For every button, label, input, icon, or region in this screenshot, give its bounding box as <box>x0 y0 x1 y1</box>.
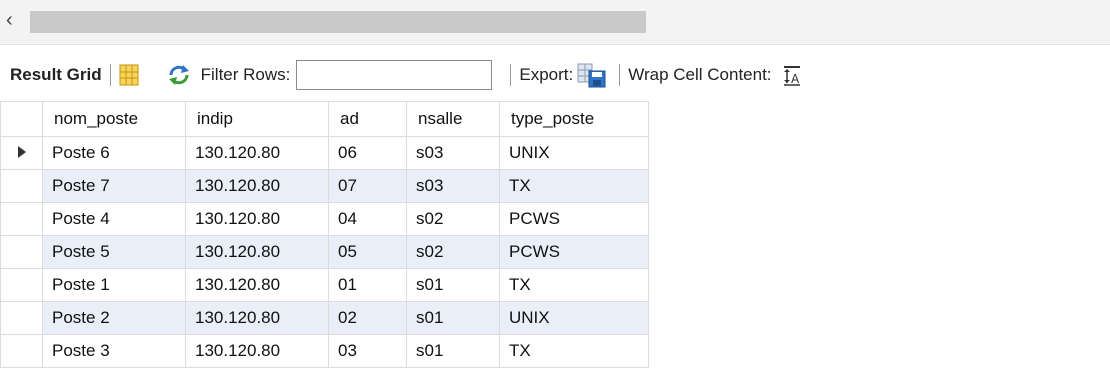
table-row[interactable]: Poste 6 130.120.80 06 s03 UNIX <box>0 136 649 170</box>
cell-indip[interactable]: 130.120.80 <box>185 268 329 302</box>
cell-nom-poste[interactable]: Poste 6 <box>42 136 186 170</box>
cell-nom-poste[interactable]: Poste 4 <box>42 202 186 236</box>
current-row-pointer-icon <box>17 146 26 158</box>
row-selector[interactable] <box>0 301 43 335</box>
table-row[interactable]: Poste 5 130.120.80 05 s02 PCWS <box>0 235 649 269</box>
refresh-icon[interactable] <box>167 64 191 86</box>
cell-nom-poste[interactable]: Poste 2 <box>42 301 186 335</box>
cell-nsalle[interactable]: s02 <box>406 202 500 236</box>
cell-type-poste[interactable]: UNIX <box>499 136 649 170</box>
cell-indip[interactable]: 130.120.80 <box>185 202 329 236</box>
column-header-nom-poste[interactable]: nom_poste <box>42 101 186 137</box>
cell-type-poste[interactable]: TX <box>499 169 649 203</box>
toolbar-divider <box>510 64 512 86</box>
table-row[interactable]: Poste 2 130.120.80 02 s01 UNIX <box>0 301 649 335</box>
export-icon[interactable] <box>577 62 607 88</box>
svg-text:A: A <box>791 72 800 86</box>
column-header-indip[interactable]: indip <box>185 101 329 137</box>
cell-indip[interactable]: 130.120.80 <box>185 136 329 170</box>
cell-ad[interactable]: 04 <box>328 202 407 236</box>
cell-ad[interactable]: 03 <box>328 334 407 368</box>
row-selector[interactable] <box>0 136 43 170</box>
cell-nsalle[interactable]: s03 <box>406 169 500 203</box>
cell-type-poste[interactable]: UNIX <box>499 301 649 335</box>
cell-ad[interactable]: 06 <box>328 136 407 170</box>
column-header-type-poste[interactable]: type_poste <box>499 101 649 137</box>
cell-nom-poste[interactable]: Poste 5 <box>42 235 186 269</box>
cell-ad[interactable]: 02 <box>328 301 407 335</box>
cell-nom-poste[interactable]: Poste 1 <box>42 268 186 302</box>
cell-nom-poste[interactable]: Poste 3 <box>42 334 186 368</box>
horizontal-scrollbar[interactable]: ‹ <box>0 0 1110 45</box>
cell-type-poste[interactable]: PCWS <box>499 235 649 269</box>
filter-rows-label: Filter Rows: <box>200 65 291 84</box>
cell-nsalle[interactable]: s01 <box>406 268 500 302</box>
row-selector[interactable] <box>0 202 43 236</box>
cell-nsalle[interactable]: s01 <box>406 334 500 368</box>
cell-ad[interactable]: 07 <box>328 169 407 203</box>
wrap-cell-content-label: Wrap Cell Content: <box>628 65 772 84</box>
table-row[interactable]: Poste 1 130.120.80 01 s01 TX <box>0 268 649 302</box>
cell-type-poste[interactable]: TX <box>499 334 649 368</box>
result-grid-label: Result Grid <box>10 65 102 84</box>
scrollbar-thumb[interactable] <box>30 11 646 33</box>
result-toolbar: Result Grid Filter Rows: Export: Wrap Ce… <box>0 58 1110 92</box>
cell-nsalle[interactable]: s03 <box>406 136 500 170</box>
row-selector[interactable] <box>0 268 43 302</box>
column-header-ad[interactable]: ad <box>328 101 407 137</box>
row-header-corner <box>0 101 43 137</box>
row-selector[interactable] <box>0 334 43 368</box>
cell-indip[interactable]: 130.120.80 <box>185 169 329 203</box>
cell-nom-poste[interactable]: Poste 7 <box>42 169 186 203</box>
column-header-nsalle[interactable]: nsalle <box>406 101 500 137</box>
filter-rows-input[interactable] <box>296 60 493 90</box>
cell-nsalle[interactable]: s01 <box>406 301 500 335</box>
toolbar-divider <box>619 64 621 86</box>
cell-ad[interactable]: 01 <box>328 268 407 302</box>
cell-indip[interactable]: 130.120.80 <box>185 301 329 335</box>
table-row[interactable]: Poste 7 130.120.80 07 s03 TX <box>0 169 649 203</box>
export-label: Export: <box>519 65 574 84</box>
cell-type-poste[interactable]: PCWS <box>499 202 649 236</box>
header-row: nom_poste indip ad nsalle type_poste <box>0 101 649 137</box>
table-row[interactable]: Poste 4 130.120.80 04 s02 PCWS <box>0 202 649 236</box>
cell-ad[interactable]: 05 <box>328 235 407 269</box>
cell-nsalle[interactable]: s02 <box>406 235 500 269</box>
row-selector[interactable] <box>0 235 43 269</box>
wrap-text-icon[interactable]: A <box>782 64 802 86</box>
table-row[interactable]: Poste 3 130.120.80 03 s01 TX <box>0 334 649 368</box>
cell-indip[interactable]: 130.120.80 <box>185 334 329 368</box>
result-grid-table: nom_poste indip ad nsalle type_poste Pos… <box>0 101 649 368</box>
toolbar-divider <box>109 64 111 86</box>
grid-layout-icon[interactable] <box>119 64 139 86</box>
cell-type-poste[interactable]: TX <box>499 268 649 302</box>
cell-indip[interactable]: 130.120.80 <box>185 235 329 269</box>
scroll-left-icon[interactable]: ‹ <box>6 9 24 31</box>
row-selector[interactable] <box>0 169 43 203</box>
